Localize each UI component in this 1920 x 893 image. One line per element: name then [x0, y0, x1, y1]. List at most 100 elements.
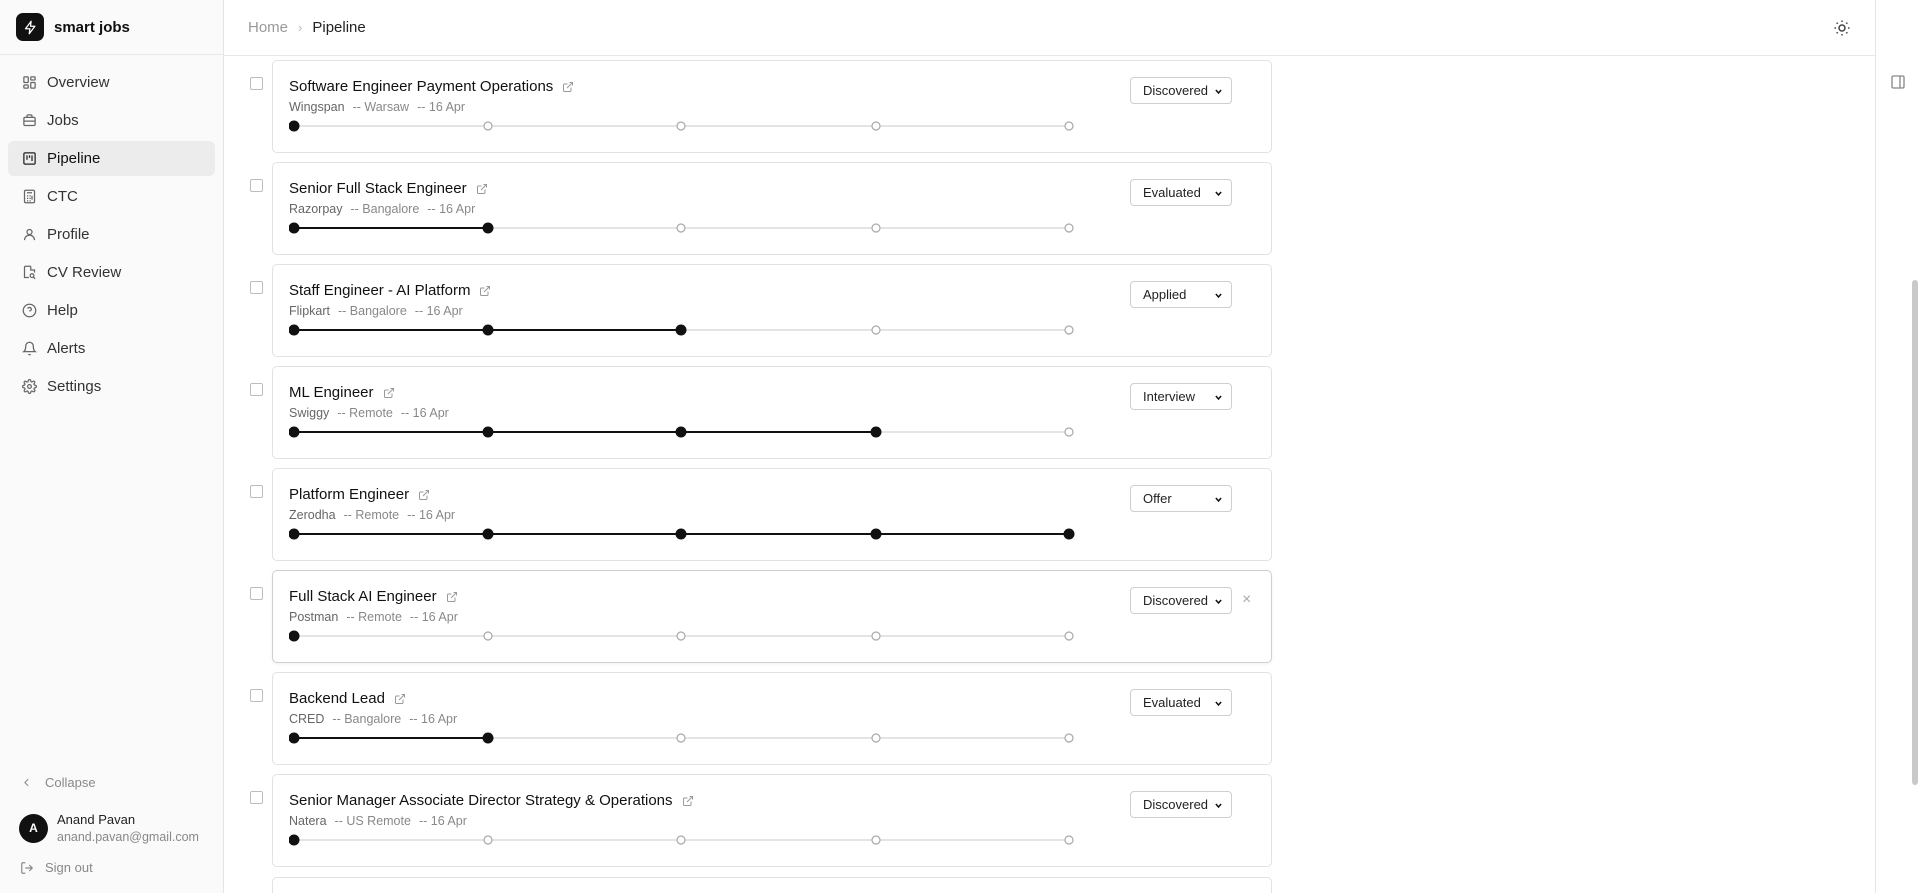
status-select[interactable]: Discovered — [1130, 587, 1232, 614]
stage-node-discovered[interactable] — [289, 120, 300, 132]
job-card[interactable]: Platform Engineer Zerodha -- Remote -- 16 A… — [272, 468, 1272, 561]
stage-progress — [289, 222, 1074, 234]
status-select[interactable]: Evaluated — [1130, 179, 1232, 206]
stage-node-applied[interactable] — [675, 528, 687, 540]
sidebar-item-profile[interactable]: Profile — [8, 217, 215, 252]
stage-node-evaluated[interactable] — [482, 222, 494, 234]
row-checkbox[interactable] — [250, 179, 263, 192]
stage-node-discovered[interactable] — [289, 732, 300, 744]
sidebar-item-help[interactable]: Help — [8, 293, 215, 328]
sidebar-item-alerts[interactable]: Alerts — [8, 331, 215, 366]
sidebar-item-ctc[interactable]: CTC — [8, 179, 215, 214]
stage-node-interview[interactable] — [871, 325, 881, 335]
job-title[interactable]: Backend Lead — [289, 690, 385, 707]
status-select[interactable]: Offer — [1130, 485, 1232, 512]
stage-node-discovered[interactable] — [289, 324, 300, 336]
job-title[interactable]: Senior Full Stack Engineer — [289, 180, 467, 197]
job-title[interactable]: ML Engineer — [289, 384, 374, 401]
external-link-icon[interactable] — [479, 285, 491, 297]
stage-node-interview[interactable] — [871, 835, 881, 845]
stage-node-discovered[interactable] — [289, 222, 300, 234]
sidebar-item-cv-review[interactable]: CV Review — [8, 255, 215, 290]
stage-node-offer[interactable] — [1064, 733, 1074, 743]
stage-node-discovered[interactable] — [289, 630, 300, 642]
stage-node-offer[interactable] — [1063, 528, 1075, 540]
stage-node-applied[interactable] — [675, 324, 687, 336]
job-title[interactable]: Platform Engineer — [289, 486, 409, 503]
job-card[interactable]: Software Engineer Payment Operations Wing… — [272, 60, 1272, 153]
job-card[interactable]: Senior Manager Associate Director Strate… — [272, 774, 1272, 867]
stage-node-applied[interactable] — [676, 121, 686, 131]
stage-node-applied[interactable] — [676, 733, 686, 743]
stage-node-offer[interactable] — [1064, 121, 1074, 131]
panel-toggle-icon[interactable] — [1890, 74, 1906, 90]
stage-node-offer[interactable] — [1064, 835, 1074, 845]
stage-node-offer[interactable] — [1064, 427, 1074, 437]
remove-button[interactable]: × — [1242, 591, 1251, 609]
external-link-icon[interactable] — [446, 591, 458, 603]
job-card[interactable]: Backend Lead CRED -- Bangalore -- 16 Apr Eva… — [272, 672, 1272, 765]
stage-node-discovered[interactable] — [289, 834, 300, 846]
stage-node-applied[interactable] — [676, 223, 686, 233]
stage-node-discovered[interactable] — [289, 426, 300, 438]
job-card[interactable]: Senior Full Stack Engineer Razorpay -- Ban… — [272, 162, 1272, 255]
stage-node-discovered[interactable] — [289, 528, 300, 540]
job-card[interactable]: Staff Engineer - AI Platform Flipkart -- B… — [272, 264, 1272, 357]
brand[interactable]: smart jobs — [0, 0, 223, 55]
external-link-icon[interactable] — [476, 183, 488, 195]
stage-node-interview[interactable] — [870, 426, 882, 438]
job-title[interactable]: Full Stack AI Engineer — [289, 588, 437, 605]
user-profile[interactable]: A Anand Pavan anand.pavan@gmail.com — [19, 812, 199, 844]
job-title[interactable]: Senior Manager Associate Director Strate… — [289, 792, 673, 809]
external-link-icon[interactable] — [682, 795, 694, 807]
stage-node-applied[interactable] — [675, 426, 687, 438]
stage-node-evaluated[interactable] — [482, 528, 494, 540]
stage-node-offer[interactable] — [1064, 631, 1074, 641]
stage-node-evaluated[interactable] — [482, 732, 494, 744]
sign-out-button[interactable]: Sign out — [20, 860, 93, 875]
stage-node-interview[interactable] — [870, 528, 882, 540]
row-checkbox[interactable] — [250, 791, 263, 804]
stage-node-offer[interactable] — [1064, 325, 1074, 335]
sun-icon[interactable] — [1833, 19, 1851, 37]
stage-node-evaluated[interactable] — [482, 426, 494, 438]
external-link-icon[interactable] — [394, 693, 406, 705]
stage-node-evaluated[interactable] — [483, 835, 493, 845]
stage-node-interview[interactable] — [871, 631, 881, 641]
stage-node-offer[interactable] — [1064, 223, 1074, 233]
stage-node-evaluated[interactable] — [483, 631, 493, 641]
status-select[interactable]: Interview — [1130, 383, 1232, 410]
external-link-icon[interactable] — [383, 387, 395, 399]
scrollbar-thumb[interactable] — [1912, 280, 1918, 785]
breadcrumb-home[interactable]: Home — [248, 19, 288, 36]
job-card[interactable]: ML Engineer Swiggy -- Remote -- 16 Apr Inter… — [272, 366, 1272, 459]
stage-node-applied[interactable] — [676, 835, 686, 845]
sidebar-item-jobs[interactable]: Jobs — [8, 103, 215, 138]
row-checkbox[interactable] — [250, 689, 263, 702]
row-checkbox[interactable] — [250, 587, 263, 600]
job-title[interactable]: Software Engineer Payment Operations — [289, 78, 553, 95]
collapse-button[interactable]: Collapse — [20, 775, 96, 790]
row-checkbox[interactable] — [250, 485, 263, 498]
sidebar-item-pipeline[interactable]: Pipeline — [8, 141, 215, 176]
sidebar-item-overview[interactable]: Overview — [8, 65, 215, 100]
status-select[interactable]: Discovered — [1130, 77, 1232, 104]
stage-node-evaluated[interactable] — [483, 121, 493, 131]
job-title[interactable]: Staff Engineer - AI Platform — [289, 282, 470, 299]
row-checkbox[interactable] — [250, 77, 263, 90]
status-select[interactable]: Evaluated — [1130, 689, 1232, 716]
stage-node-interview[interactable] — [871, 223, 881, 233]
job-card-partial[interactable] — [272, 877, 1272, 893]
status-select[interactable]: Discovered — [1130, 791, 1232, 818]
external-link-icon[interactable] — [562, 81, 574, 93]
job-card[interactable]: Full Stack AI Engineer Postman -- Remote --… — [272, 570, 1272, 663]
stage-node-applied[interactable] — [676, 631, 686, 641]
stage-node-interview[interactable] — [871, 733, 881, 743]
status-select[interactable]: Applied — [1130, 281, 1232, 308]
stage-node-interview[interactable] — [871, 121, 881, 131]
stage-node-evaluated[interactable] — [482, 324, 494, 336]
external-link-icon[interactable] — [418, 489, 430, 501]
row-checkbox[interactable] — [250, 281, 263, 294]
sidebar-item-settings[interactable]: Settings — [8, 369, 215, 404]
row-checkbox[interactable] — [250, 383, 263, 396]
